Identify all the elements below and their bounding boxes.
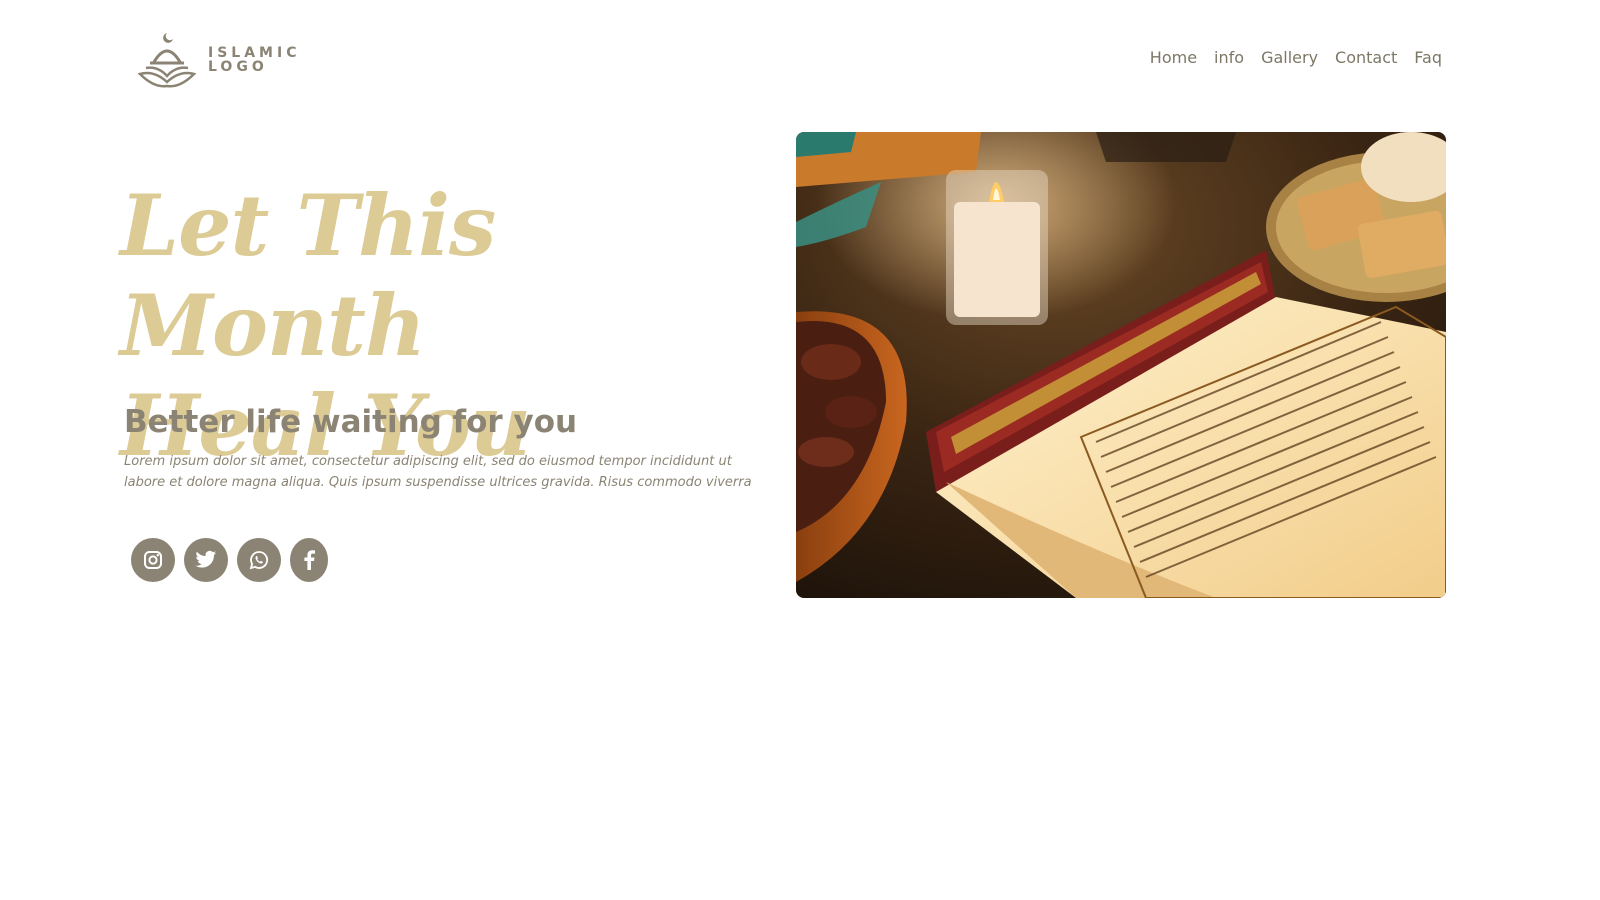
facebook-icon [304,550,315,570]
instagram-icon [144,551,162,569]
hero-paragraph: Lorem ipsum dolor sit amet, consectetur … [124,454,752,490]
nav-info[interactable]: info [1214,48,1244,67]
logo-line-1: ISLAMIC [208,45,301,61]
nav-faq[interactable]: Faq [1414,48,1442,67]
nav-home[interactable]: Home [1150,48,1197,67]
whatsapp-button[interactable] [237,538,281,582]
nav-gallery[interactable]: Gallery [1261,48,1318,67]
instagram-button[interactable] [131,538,175,582]
hero-subtitle: Better life waiting for you [124,404,578,440]
main-nav: Home info Gallery Contact Faq [1150,48,1442,67]
twitter-button[interactable] [184,538,228,582]
hero-title-line-1: Let This Month [120,176,496,375]
mosque-crescent-icon [137,33,197,88]
site-logo[interactable]: ISLAMIC LOGO [136,28,306,92]
whatsapp-icon [249,551,268,570]
social-links [131,538,328,582]
facebook-button[interactable] [290,538,328,582]
nav-contact[interactable]: Contact [1335,48,1397,67]
hero-image [796,132,1446,598]
twitter-icon [195,550,217,568]
logo-line-2: LOGO [208,59,268,75]
